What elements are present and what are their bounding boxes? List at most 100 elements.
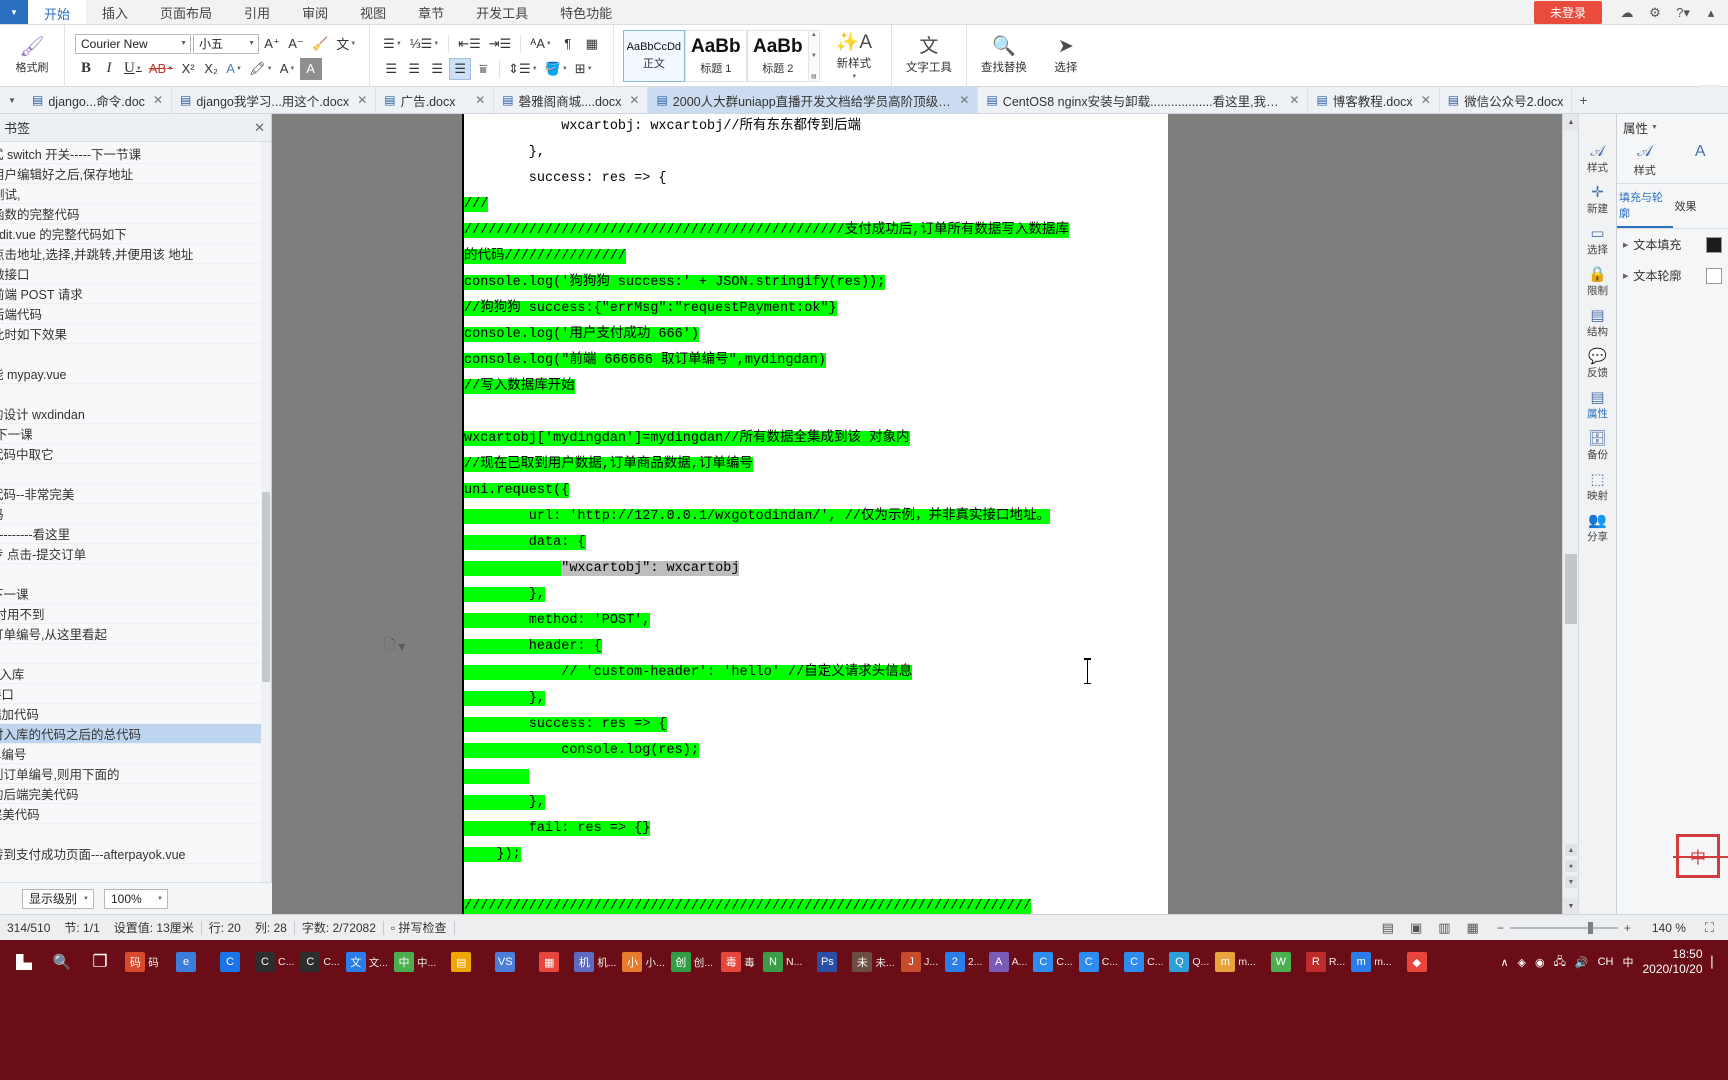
document-tab[interactable]: ▤ 磬雅阁商城....docx ✕	[494, 87, 649, 113]
bookmark-item[interactable]: 后跳转到支付成功页面---afterpayok.vue	[0, 844, 271, 864]
character-shading-icon[interactable]: A	[299, 57, 322, 80]
taskbar-app[interactable]: 中中...	[391, 942, 439, 982]
taskbar-app[interactable]: 码码	[120, 942, 164, 982]
bookmark-item[interactable]: 取不到订单编号,则用下面的	[0, 764, 271, 784]
taskbar-app[interactable]: C C...	[1076, 942, 1121, 982]
taskbar-app[interactable]: C C...	[252, 942, 297, 982]
line-spacing-icon[interactable]: ⇕☰ ▼	[505, 58, 541, 80]
document-line[interactable]: // 'custom-header': 'hello' //自定义请求头信息	[464, 660, 1168, 686]
document-tab[interactable]: ▤ 广告.docx ✕	[376, 87, 495, 113]
bookmark-item[interactable]: 5.订单编号	[0, 744, 271, 764]
status-spellcheck[interactable]: ▫ 拼写检查	[384, 919, 454, 936]
ribbon-tab-references[interactable]: 引用	[228, 0, 286, 24]
document-scrollbar[interactable]: ▲ ▲ ● ▼ ▼	[1562, 114, 1579, 914]
bookmark-item[interactable]: vue 完美代码	[0, 804, 271, 824]
taskbar-app[interactable]: C C...	[297, 942, 342, 982]
document-line[interactable]: "wxcartobj": wxcartobj	[464, 556, 1168, 582]
document-line[interactable]: //狗狗狗 success:{"errMsg":"requestPayment:…	[464, 296, 1168, 322]
ribbon-tab-insert[interactable]: 插入	[86, 0, 144, 24]
taskbar-app[interactable]: e	[164, 942, 208, 982]
windows-start-icon[interactable]	[4, 942, 44, 982]
document-line[interactable]: console.log(res);	[464, 738, 1168, 764]
bookmark-item[interactable]: 点击地址,选择,并跳转,并便用该 地址	[0, 244, 271, 264]
document-line[interactable]	[464, 400, 1168, 426]
view-web-layout-icon[interactable]: ▥	[1434, 920, 1454, 936]
find-replace-button[interactable]: 🔍 查找替换	[973, 37, 1035, 75]
scroll-up-button[interactable]: ▲	[1563, 114, 1579, 130]
ribbon-tab-page-layout[interactable]: 页面布局	[144, 0, 228, 24]
superscript-button[interactable]: X²	[177, 58, 199, 80]
taskbar-app[interactable]: A A...	[986, 942, 1031, 982]
bookmark-item[interactable]	[0, 344, 271, 364]
decrease-font-size-button[interactable]: A⁻	[285, 33, 307, 55]
subtab-effects[interactable]: 效果	[1673, 184, 1728, 228]
align-left-icon[interactable]: ☰	[380, 58, 402, 80]
document-line[interactable]: uni.request({	[464, 478, 1168, 504]
taskbar-app[interactable]: m m...	[1212, 942, 1259, 982]
taskbar-app[interactable]: 机机...	[571, 942, 619, 982]
document-line[interactable]: success: res => {	[464, 166, 1168, 192]
status-section[interactable]: 节: 1/1	[57, 919, 106, 936]
align-justify-icon[interactable]: ☰	[449, 57, 472, 80]
view-full-screen-icon[interactable]: ▣	[1406, 920, 1426, 936]
bookmark-item[interactable]: edit.vue 的完整代码如下	[0, 224, 271, 244]
bookmark-item[interactable]: 加支付入库的代码之后的总代码	[0, 724, 271, 744]
bookmark-item[interactable]: 还差	[0, 644, 271, 664]
document-line[interactable]: ////////////////////////////////////////…	[464, 894, 1168, 914]
distribute-icon[interactable]: ⩸	[472, 58, 494, 80]
document-line[interactable]: console.log("前端 666666 取订单编号",mydingdan)	[464, 348, 1168, 374]
document-line[interactable]: ///	[464, 192, 1168, 218]
taskbar-app[interactable]: Q Q...	[1166, 942, 1212, 982]
increase-indent-icon[interactable]: ⇥☰	[486, 33, 515, 55]
zoom-level-label[interactable]: 140 %	[1645, 921, 1693, 935]
borders-grid-icon[interactable]: ▦	[581, 33, 603, 55]
taskbar-app[interactable]: 文文...	[343, 942, 391, 982]
bookmark-item[interactable]: 程序	[0, 464, 271, 484]
text-fill-swatch[interactable]	[1706, 236, 1722, 253]
numbered-list-icon[interactable]: ⅓☰ ▼	[407, 33, 442, 55]
document-tab[interactable]: ▤ django我学习...用这个.docx ✕	[172, 87, 377, 113]
show-marks-icon[interactable]: ¶	[557, 33, 579, 55]
document-tab[interactable]: ▤ CentOS8 nginx安装与卸载..................看这…	[978, 87, 1309, 113]
document-line[interactable]: },	[464, 582, 1168, 608]
document-line[interactable]	[464, 764, 1168, 790]
taskbar-app[interactable]: ◆	[1395, 942, 1439, 982]
document-tab-active[interactable]: ▤ 2000人大群uniapp直播开发文档给学员高阶顶级.docx ✕	[648, 87, 979, 113]
zoom-out-button[interactable]: −	[1491, 921, 1510, 935]
bookmark-item[interactable]: 此时如下效果	[0, 324, 271, 344]
close-icon[interactable]: ✕	[357, 93, 367, 107]
text-outline-row[interactable]: ▶ 文本轮廓	[1617, 260, 1728, 291]
close-icon[interactable]: ✕	[959, 93, 969, 107]
zoom-track[interactable]	[1509, 921, 1618, 934]
tab-text-format[interactable]: A	[1673, 140, 1728, 183]
taskbar-app-strip[interactable]: 🔍 ❐ 码码 e C C C... C C... 文文... 中中... ▤ VS ▦ 机机... 小小...…	[0, 940, 1728, 984]
taskbar-app[interactable]: VS	[483, 942, 527, 982]
document-line[interactable]: console.log('狗狗狗 success:' + JSON.string…	[464, 270, 1168, 296]
document-line[interactable]: wxcartobj['mydingdan']=mydingdan//所有数据全集…	[464, 426, 1168, 452]
subscript-button[interactable]: X₂	[200, 58, 222, 80]
text-direction-icon[interactable]: ᴬA ▼	[527, 33, 555, 55]
bookmark-item[interactable]: 付功能 mypay.vue	[0, 364, 271, 384]
pinyin-guide-icon[interactable]: 文 ▼	[333, 33, 359, 55]
document-line[interactable]: fail: res => {}	[464, 816, 1168, 842]
close-icon[interactable]: ✕	[475, 93, 485, 107]
view-print-layout-icon[interactable]: ▤	[1378, 920, 1398, 936]
status-page-number[interactable]: 314/510	[0, 921, 57, 935]
ribbon-tab-section[interactable]: 章节	[402, 0, 460, 24]
bookmark-item[interactable]	[0, 564, 271, 584]
bookmark-item[interactable]: ----------------看这里	[0, 524, 271, 544]
style-heading-2[interactable]: AaBb 标题 2	[746, 30, 809, 82]
rail-item-反馈[interactable]: 💬 反馈	[1580, 349, 1616, 380]
document-line[interactable]: });	[464, 842, 1168, 868]
bookmark-item[interactable]: 试根代码--非常完美	[0, 484, 271, 504]
taskbar-app[interactable]: m m...	[1348, 942, 1395, 982]
bookmark-item[interactable]: --数据入库	[0, 664, 271, 684]
zoom-in-button[interactable]: +	[1618, 921, 1637, 935]
document-line[interactable]: header: {	[464, 634, 1168, 660]
document-text-content[interactable]: wxcartobj: wxcartobj//所有东东都传到后端 }, succe…	[464, 114, 1168, 914]
document-line[interactable]: //现在已取到用户数据,订单商品数据,订单编号	[464, 452, 1168, 478]
bookmark-item[interactable]	[0, 384, 271, 404]
document-line[interactable]: console.log('用户支付成功 666')	[464, 322, 1168, 348]
increase-font-size-button[interactable]: A⁺	[261, 33, 283, 55]
taskbar-app[interactable]: J J...	[898, 942, 942, 982]
